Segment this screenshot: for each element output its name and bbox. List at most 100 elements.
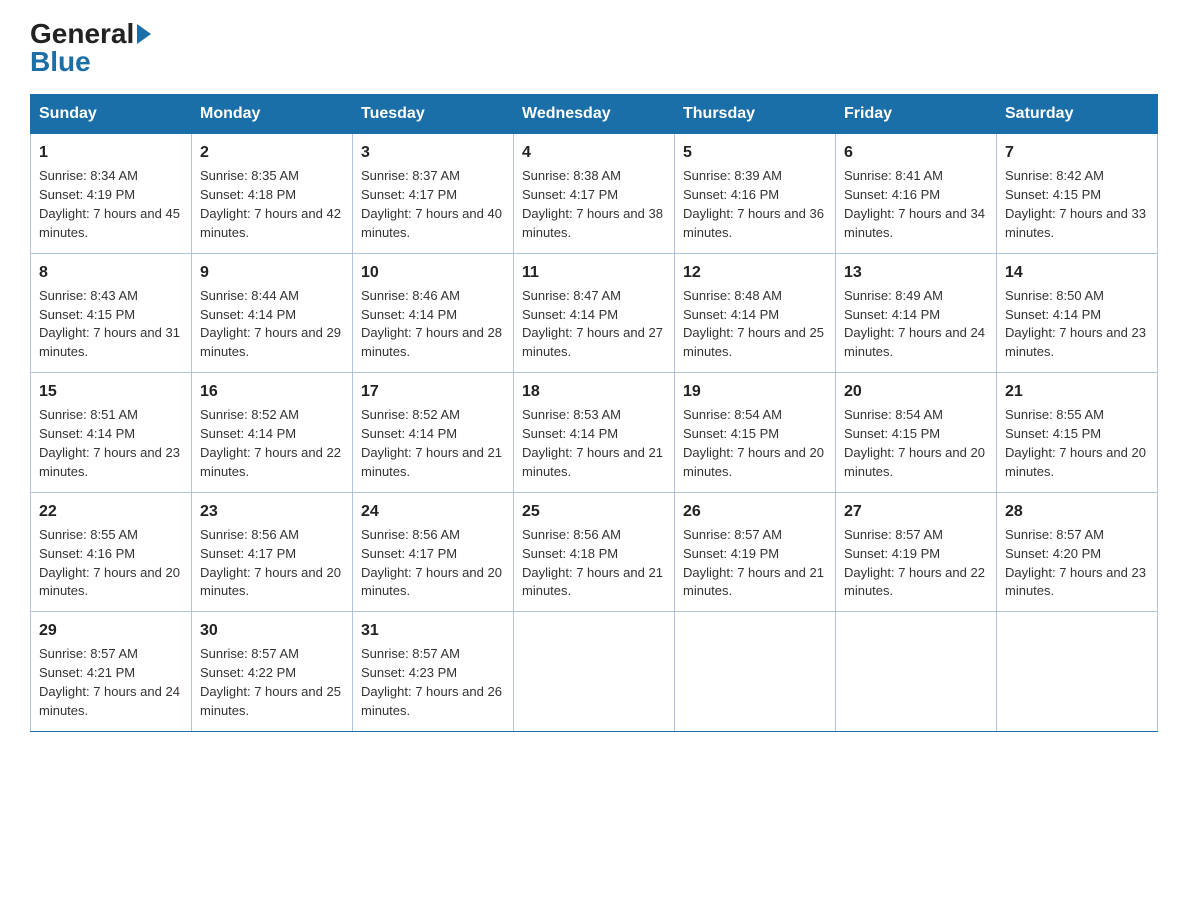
day-number: 21	[1005, 380, 1149, 403]
day-number: 5	[683, 141, 827, 164]
calendar-day-cell: 19 Sunrise: 8:54 AMSunset: 4:15 PMDayligh…	[675, 373, 836, 493]
day-number: 20	[844, 380, 988, 403]
day-number: 28	[1005, 500, 1149, 523]
calendar-day-cell: 6 Sunrise: 8:41 AMSunset: 4:16 PMDaylight…	[836, 134, 997, 254]
calendar-day-cell: 8 Sunrise: 8:43 AMSunset: 4:15 PMDaylight…	[31, 253, 192, 373]
calendar-day-cell	[514, 612, 675, 732]
calendar-col-header: Monday	[192, 95, 353, 134]
day-info: Sunrise: 8:55 AMSunset: 4:15 PMDaylight:…	[1005, 406, 1149, 481]
calendar-day-cell: 30 Sunrise: 8:57 AMSunset: 4:22 PMDayligh…	[192, 612, 353, 732]
day-info: Sunrise: 8:52 AMSunset: 4:14 PMDaylight:…	[200, 406, 344, 481]
logo-blue-text: Blue	[30, 48, 91, 76]
day-number: 6	[844, 141, 988, 164]
calendar-day-cell: 31 Sunrise: 8:57 AMSunset: 4:23 PMDayligh…	[353, 612, 514, 732]
logo-general-text: General	[30, 20, 134, 48]
day-number: 17	[361, 380, 505, 403]
day-number: 9	[200, 261, 344, 284]
day-info: Sunrise: 8:57 AMSunset: 4:22 PMDaylight:…	[200, 645, 344, 720]
day-info: Sunrise: 8:43 AMSunset: 4:15 PMDaylight:…	[39, 287, 183, 362]
day-number: 19	[683, 380, 827, 403]
day-number: 8	[39, 261, 183, 284]
calendar-col-header: Wednesday	[514, 95, 675, 134]
calendar-day-cell: 27Sunrise: 8:57 AMSunset: 4:19 PMDayligh…	[836, 492, 997, 612]
calendar-day-cell: 10 Sunrise: 8:46 AMSunset: 4:14 PMDayligh…	[353, 253, 514, 373]
calendar-day-cell: 9 Sunrise: 8:44 AMSunset: 4:14 PMDaylight…	[192, 253, 353, 373]
day-info: Sunrise: 8:56 AMSunset: 4:17 PMDaylight:…	[361, 526, 505, 601]
day-info: Sunrise: 8:39 AMSunset: 4:16 PMDaylight:…	[683, 167, 827, 242]
day-number: 3	[361, 141, 505, 164]
calendar-day-cell: 7 Sunrise: 8:42 AMSunset: 4:15 PMDaylight…	[997, 134, 1158, 254]
day-info: Sunrise: 8:47 AMSunset: 4:14 PMDaylight:…	[522, 287, 666, 362]
calendar-week-row: 29Sunrise: 8:57 AMSunset: 4:21 PMDayligh…	[31, 612, 1158, 732]
day-info: Sunrise: 8:46 AMSunset: 4:14 PMDaylight:…	[361, 287, 505, 362]
calendar-col-header: Friday	[836, 95, 997, 134]
day-number: 27	[844, 500, 988, 523]
calendar-day-cell: 17Sunrise: 8:52 AMSunset: 4:14 PMDayligh…	[353, 373, 514, 493]
calendar-day-cell: 3 Sunrise: 8:37 AMSunset: 4:17 PMDaylight…	[353, 134, 514, 254]
calendar-day-cell: 18 Sunrise: 8:53 AMSunset: 4:14 PMDayligh…	[514, 373, 675, 493]
calendar-day-cell: 5 Sunrise: 8:39 AMSunset: 4:16 PMDaylight…	[675, 134, 836, 254]
day-number: 16	[200, 380, 344, 403]
day-info: Sunrise: 8:42 AMSunset: 4:15 PMDaylight:…	[1005, 167, 1149, 242]
calendar-day-cell: 16 Sunrise: 8:52 AMSunset: 4:14 PMDayligh…	[192, 373, 353, 493]
calendar-day-cell: 4 Sunrise: 8:38 AMSunset: 4:17 PMDaylight…	[514, 134, 675, 254]
day-number: 15	[39, 380, 183, 403]
calendar-col-header: Sunday	[31, 95, 192, 134]
day-info: Sunrise: 8:35 AMSunset: 4:18 PMDaylight:…	[200, 167, 344, 242]
day-info: Sunrise: 8:56 AMSunset: 4:18 PMDaylight:…	[522, 526, 666, 601]
calendar-day-cell: 13 Sunrise: 8:49 AMSunset: 4:14 PMDayligh…	[836, 253, 997, 373]
calendar-day-cell: 25Sunrise: 8:56 AMSunset: 4:18 PMDayligh…	[514, 492, 675, 612]
day-info: Sunrise: 8:34 AMSunset: 4:19 PMDaylight:…	[39, 167, 183, 242]
calendar-day-cell	[836, 612, 997, 732]
calendar-table: SundayMondayTuesdayWednesdayThursdayFrid…	[30, 94, 1158, 732]
logo: General Blue	[30, 20, 151, 76]
day-number: 26	[683, 500, 827, 523]
day-info: Sunrise: 8:57 AMSunset: 4:23 PMDaylight:…	[361, 645, 505, 720]
calendar-day-cell	[997, 612, 1158, 732]
day-info: Sunrise: 8:54 AMSunset: 4:15 PMDaylight:…	[844, 406, 988, 481]
calendar-day-cell: 26Sunrise: 8:57 AMSunset: 4:19 PMDayligh…	[675, 492, 836, 612]
day-number: 7	[1005, 141, 1149, 164]
day-number: 2	[200, 141, 344, 164]
day-info: Sunrise: 8:55 AMSunset: 4:16 PMDaylight:…	[39, 526, 183, 601]
calendar-week-row: 1Sunrise: 8:34 AMSunset: 4:19 PMDaylight…	[31, 134, 1158, 254]
day-info: Sunrise: 8:50 AMSunset: 4:14 PMDaylight:…	[1005, 287, 1149, 362]
logo-arrow-icon	[137, 24, 151, 44]
calendar-day-cell	[675, 612, 836, 732]
day-number: 14	[1005, 261, 1149, 284]
calendar-day-cell: 22 Sunrise: 8:55 AMSunset: 4:16 PMDayligh…	[31, 492, 192, 612]
day-info: Sunrise: 8:53 AMSunset: 4:14 PMDaylight:…	[522, 406, 666, 481]
day-info: Sunrise: 8:54 AMSunset: 4:15 PMDaylight:…	[683, 406, 827, 481]
day-number: 4	[522, 141, 666, 164]
calendar-day-cell: 20 Sunrise: 8:54 AMSunset: 4:15 PMDayligh…	[836, 373, 997, 493]
calendar-day-cell: 21 Sunrise: 8:55 AMSunset: 4:15 PMDayligh…	[997, 373, 1158, 493]
calendar-week-row: 15 Sunrise: 8:51 AMSunset: 4:14 PMDayligh…	[31, 373, 1158, 493]
day-info: Sunrise: 8:56 AMSunset: 4:17 PMDaylight:…	[200, 526, 344, 601]
calendar-day-cell: 24Sunrise: 8:56 AMSunset: 4:17 PMDayligh…	[353, 492, 514, 612]
calendar-col-header: Thursday	[675, 95, 836, 134]
day-number: 12	[683, 261, 827, 284]
day-info: Sunrise: 8:51 AMSunset: 4:14 PMDaylight:…	[39, 406, 183, 481]
calendar-day-cell: 2 Sunrise: 8:35 AMSunset: 4:18 PMDaylight…	[192, 134, 353, 254]
day-number: 13	[844, 261, 988, 284]
calendar-header-row: SundayMondayTuesdayWednesdayThursdayFrid…	[31, 95, 1158, 134]
day-number: 31	[361, 619, 505, 642]
day-number: 23	[200, 500, 344, 523]
day-number: 30	[200, 619, 344, 642]
page-header: General Blue	[30, 20, 1158, 76]
calendar-day-cell: 1Sunrise: 8:34 AMSunset: 4:19 PMDaylight…	[31, 134, 192, 254]
day-info: Sunrise: 8:44 AMSunset: 4:14 PMDaylight:…	[200, 287, 344, 362]
calendar-week-row: 8 Sunrise: 8:43 AMSunset: 4:15 PMDaylight…	[31, 253, 1158, 373]
calendar-day-cell: 23 Sunrise: 8:56 AMSunset: 4:17 PMDayligh…	[192, 492, 353, 612]
day-info: Sunrise: 8:37 AMSunset: 4:17 PMDaylight:…	[361, 167, 505, 242]
day-info: Sunrise: 8:41 AMSunset: 4:16 PMDaylight:…	[844, 167, 988, 242]
day-number: 11	[522, 261, 666, 284]
day-info: Sunrise: 8:38 AMSunset: 4:17 PMDaylight:…	[522, 167, 666, 242]
calendar-day-cell: 29Sunrise: 8:57 AMSunset: 4:21 PMDayligh…	[31, 612, 192, 732]
day-number: 18	[522, 380, 666, 403]
calendar-col-header: Tuesday	[353, 95, 514, 134]
day-number: 22	[39, 500, 183, 523]
day-info: Sunrise: 8:57 AMSunset: 4:21 PMDaylight:…	[39, 645, 183, 720]
day-info: Sunrise: 8:49 AMSunset: 4:14 PMDaylight:…	[844, 287, 988, 362]
day-number: 10	[361, 261, 505, 284]
